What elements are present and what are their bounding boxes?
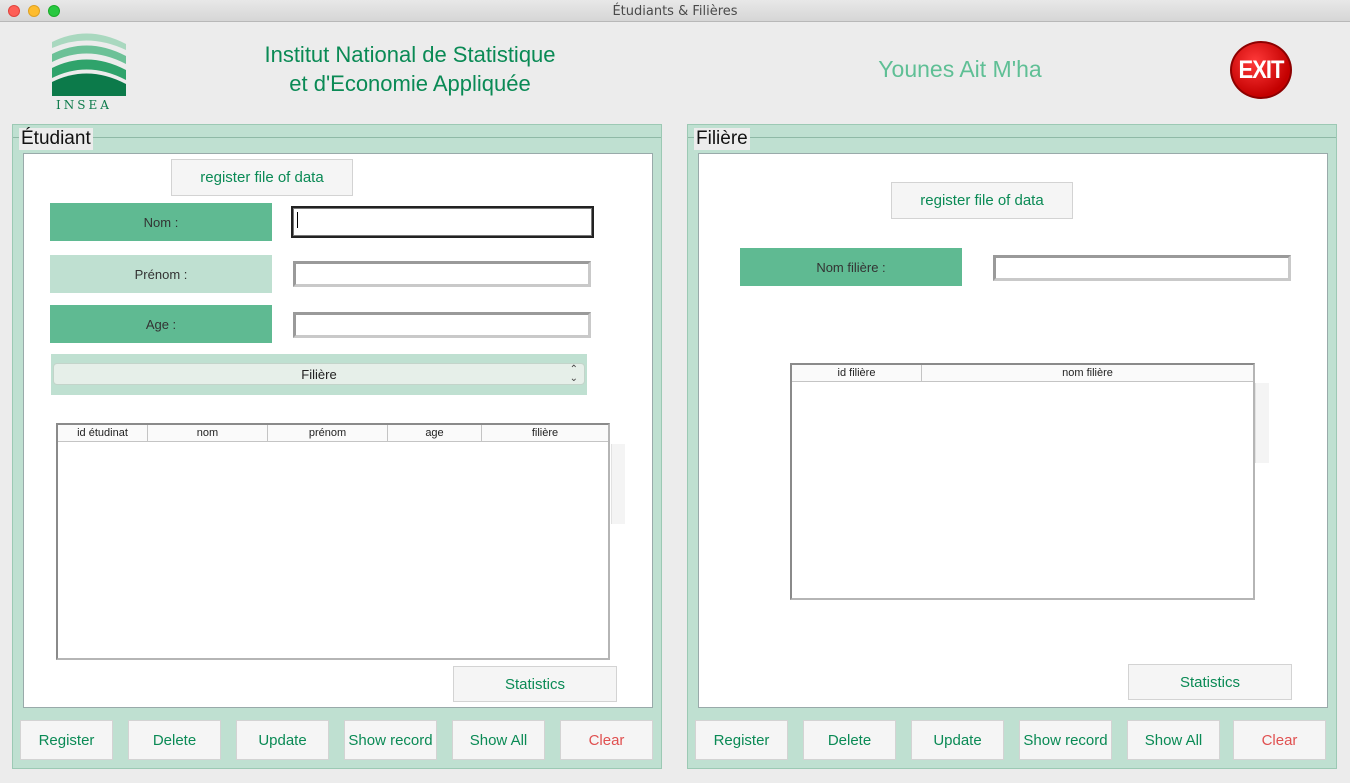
etudiant-delete-button[interactable]: Delete: [128, 720, 221, 760]
filiere-select-value: Filière: [301, 366, 337, 382]
filiere-select[interactable]: Filière ⌃ ⌄: [53, 363, 585, 385]
etudiant-show-record-button[interactable]: Show record: [344, 720, 437, 760]
filiere-select-container: Filière ⌃ ⌄: [51, 354, 587, 395]
etudiant-clear-button[interactable]: Clear: [560, 720, 653, 760]
logo-text: INSEA: [56, 98, 112, 112]
filiere-clear-button[interactable]: Clear: [1233, 720, 1326, 760]
insea-logo-icon: [52, 33, 126, 96]
panel-border-line: [688, 137, 1336, 138]
author-name: Younes Ait M'ha: [878, 56, 1042, 82]
column-header[interactable]: filière: [482, 425, 608, 441]
column-header[interactable]: prénom: [268, 425, 388, 441]
exit-button[interactable]: EXIT: [1230, 41, 1292, 99]
etudiant-table-scrollbar[interactable]: [611, 444, 625, 524]
etudiant-show-all-button[interactable]: Show All: [452, 720, 545, 760]
insea-logo: INSEA: [48, 28, 130, 114]
filiere-show-all-button[interactable]: Show All: [1127, 720, 1220, 760]
etudiant-panel: Étudiant register file of data Nom : Pré…: [12, 124, 662, 769]
panel-border-line: [13, 137, 661, 138]
etudiant-register-file-button[interactable]: register file of data: [171, 159, 353, 196]
nom-filiere-input[interactable]: [993, 255, 1291, 281]
column-header[interactable]: nom: [148, 425, 268, 441]
filiere-update-button[interactable]: Update: [911, 720, 1004, 760]
institute-name: Institut National de Statistique et d'Ec…: [230, 40, 590, 98]
etudiant-statistics-button[interactable]: Statistics: [453, 666, 617, 702]
age-input[interactable]: [293, 312, 591, 338]
prenom-input[interactable]: [293, 261, 591, 287]
nom-filiere-label: Nom filière :: [740, 248, 962, 286]
column-header[interactable]: id étudinat: [58, 425, 148, 441]
text-caret: [297, 212, 298, 228]
filiere-table-header: id filière nom filière: [792, 365, 1253, 382]
etudiant-table-header: id étudinat nom prénom age filière: [58, 425, 608, 442]
filiere-legend: Filière: [694, 128, 750, 150]
exit-label: EXIT: [1238, 55, 1285, 84]
institute-line-2: et d'Economie Appliquée: [289, 71, 531, 96]
filiere-panel: Filière register file of data Nom filièr…: [687, 124, 1337, 769]
etudiant-legend: Étudiant: [19, 128, 93, 150]
etudiant-update-button[interactable]: Update: [236, 720, 329, 760]
filiere-register-button[interactable]: Register: [695, 720, 788, 760]
etudiant-form-area: register file of data Nom : Prénom : Age…: [23, 153, 653, 708]
column-header[interactable]: nom filière: [922, 365, 1253, 381]
column-header[interactable]: age: [388, 425, 482, 441]
prenom-label: Prénom :: [50, 255, 272, 293]
filiere-form-area: register file of data Nom filière : id f…: [698, 153, 1328, 708]
filiere-register-file-button[interactable]: register file of data: [891, 182, 1073, 219]
etudiant-register-button[interactable]: Register: [20, 720, 113, 760]
institute-line-1: Institut National de Statistique: [264, 42, 556, 67]
etudiant-table[interactable]: id étudinat nom prénom age filière: [56, 423, 610, 660]
age-label: Age :: [50, 305, 272, 343]
nom-input[interactable]: [291, 206, 594, 238]
filiere-show-record-button[interactable]: Show record: [1019, 720, 1112, 760]
window-titlebar: Étudiants & Filières: [0, 0, 1350, 22]
chevron-updown-icon: ⌃ ⌄: [569, 364, 578, 384]
filiere-statistics-button[interactable]: Statistics: [1128, 664, 1292, 700]
filiere-delete-button[interactable]: Delete: [803, 720, 896, 760]
column-header[interactable]: id filière: [792, 365, 922, 381]
filiere-table-scrollbar[interactable]: [1255, 383, 1269, 463]
filiere-table[interactable]: id filière nom filière: [790, 363, 1255, 600]
window-title: Étudiants & Filières: [612, 4, 738, 19]
nom-label: Nom :: [50, 203, 272, 241]
